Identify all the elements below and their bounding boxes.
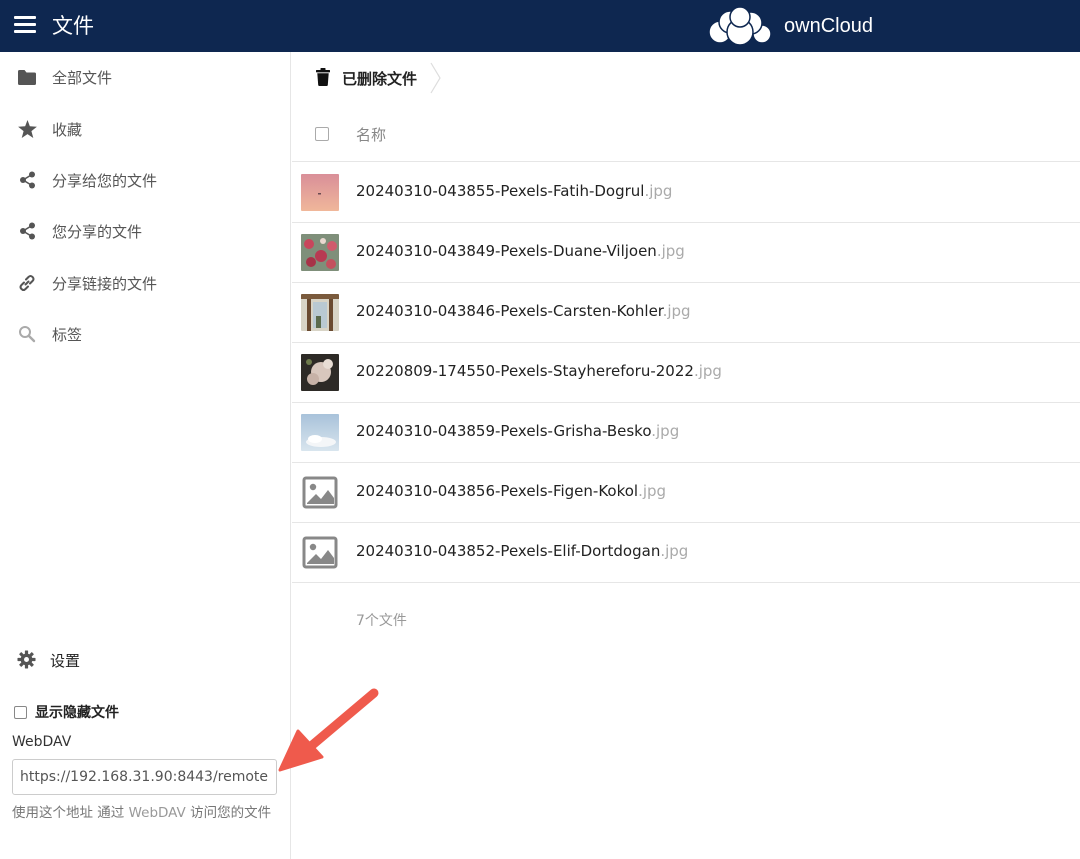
- file-extension: .jpg: [651, 422, 680, 440]
- breadcrumb-separator-icon: [430, 62, 442, 98]
- webdav-label: WebDAV: [12, 734, 72, 750]
- file-basename: 20240310-043852-Pexels-Elif-Dortdogan: [356, 542, 661, 560]
- column-header-name[interactable]: 名称: [356, 124, 386, 145]
- owncloud-logo[interactable]: ownCloud: [706, 6, 873, 46]
- file-thumbnail[interactable]: [301, 174, 339, 211]
- file-name[interactable]: 20240310-043852-Pexels-Elif-Dortdogan.jp…: [356, 542, 688, 560]
- file-row[interactable]: 20240310-043849-Pexels-Duane-Viljoen.jpg: [292, 223, 1080, 283]
- trash-icon[interactable]: [316, 68, 330, 90]
- file-thumbnail[interactable]: [301, 234, 339, 271]
- file-row[interactable]: 20240310-043856-Pexels-Figen-Kokol.jpg: [292, 463, 1080, 523]
- brand-name: ownCloud: [784, 14, 873, 37]
- file-extension: .jpg: [660, 542, 689, 560]
- file-thumbnail[interactable]: [301, 294, 339, 331]
- file-extension: .jpg: [644, 182, 673, 200]
- sidebar-item-tags[interactable]: 标签: [0, 310, 290, 358]
- file-name[interactable]: 20240310-043856-Pexels-Figen-Kokol.jpg: [356, 482, 666, 500]
- webdav-hint: 使用这个地址 通过 WebDAV 访问您的文件: [12, 801, 282, 825]
- sidebar-item-favorites[interactable]: 收藏: [0, 105, 290, 153]
- file-row[interactable]: 20240310-043859-Pexels-Grisha-Besko.jpg: [292, 403, 1080, 463]
- file-row[interactable]: 20240310-043852-Pexels-Elif-Dortdogan.jp…: [292, 523, 1080, 583]
- gear-icon: [16, 649, 36, 669]
- file-name[interactable]: 20240310-043849-Pexels-Duane-Viljoen.jpg: [356, 242, 685, 260]
- sidebar-item-label: 标签: [52, 325, 83, 344]
- annotation-arrow-icon: [278, 688, 379, 772]
- menu-icon[interactable]: [14, 16, 36, 36]
- show-hidden-checkbox[interactable]: [14, 705, 27, 719]
- file-extension: .jpg: [662, 302, 691, 320]
- file-basename: 20240310-043855-Pexels-Fatih-Dogrul: [356, 182, 645, 200]
- sidebar-item-label: 分享链接的文件: [52, 274, 158, 293]
- file-name[interactable]: 20240310-043846-Pexels-Carsten-Kohler.jp…: [356, 302, 691, 320]
- file-row[interactable]: 20240310-043855-Pexels-Fatih-Dogrul.jpg: [292, 163, 1080, 223]
- file-row[interactable]: 20240310-043846-Pexels-Carsten-Kohler.jp…: [292, 283, 1080, 343]
- file-basename: 20240310-043859-Pexels-Grisha-Besko: [356, 422, 652, 440]
- settings-label: 设置: [50, 652, 81, 670]
- breadcrumb: 已删除文件: [292, 52, 1080, 104]
- file-thumbnail[interactable]: [301, 414, 339, 451]
- link-icon: [17, 273, 37, 293]
- file-name[interactable]: 20240310-043859-Pexels-Grisha-Besko.jpg: [356, 422, 679, 440]
- file-extension: .jpg: [638, 482, 667, 500]
- webdav-url-input[interactable]: [12, 759, 277, 795]
- file-count-summary: 7个文件: [356, 613, 407, 629]
- image-placeholder-icon[interactable]: [301, 474, 339, 511]
- file-name[interactable]: 20220809-174550-Pexels-Stayhereforu-2022…: [356, 362, 722, 380]
- file-basename: 20240310-043846-Pexels-Carsten-Kohler: [356, 302, 663, 320]
- file-name[interactable]: 20240310-043855-Pexels-Fatih-Dogrul.jpg: [356, 182, 672, 200]
- sidebar-item-all-files[interactable]: 全部文件: [0, 53, 290, 101]
- settings-button[interactable]: 设置: [0, 637, 290, 681]
- table-header: 名称: [292, 107, 1080, 162]
- sidebar: 全部文件 收藏 分享给您的文件 您分享的文件 分享链接的文件 标签 设置 显示隐…: [0, 52, 291, 859]
- breadcrumb-deleted-files[interactable]: 已删除文件: [342, 68, 417, 89]
- app-title[interactable]: 文件: [52, 12, 94, 40]
- file-basename: 20220809-174550-Pexels-Stayhereforu-2022: [356, 362, 694, 380]
- sidebar-item-shared-by-you[interactable]: 您分享的文件: [0, 207, 290, 255]
- sidebar-item-label: 收藏: [52, 120, 83, 139]
- cloud-logo-icon: [708, 6, 772, 46]
- sidebar-item-label: 全部文件: [52, 68, 113, 87]
- file-thumbnail[interactable]: [301, 354, 339, 391]
- sidebar-item-label: 分享给您的文件: [52, 171, 158, 190]
- webdav-help-link[interactable]: WebDAV: [129, 805, 186, 821]
- folder-icon: [17, 67, 37, 87]
- select-all-checkbox[interactable]: [315, 127, 329, 141]
- show-hidden-label[interactable]: 显示隐藏文件: [35, 702, 119, 722]
- file-row[interactable]: 20220809-174550-Pexels-Stayhereforu-2022…: [292, 343, 1080, 403]
- webdav-hint-text: 使用这个地址 通过: [12, 805, 129, 821]
- sidebar-item-shared-with-you[interactable]: 分享给您的文件: [0, 156, 290, 204]
- file-extension: .jpg: [656, 242, 685, 260]
- top-header-bar: 文件 ownCloud: [0, 0, 1080, 52]
- share-icon: [17, 170, 37, 190]
- sidebar-item-shared-by-link[interactable]: 分享链接的文件: [0, 259, 290, 307]
- show-hidden-files: 显示隐藏文件: [14, 702, 119, 722]
- star-icon: [17, 119, 37, 139]
- sidebar-item-label: 您分享的文件: [52, 222, 143, 241]
- image-placeholder-icon[interactable]: [301, 534, 339, 571]
- search-icon: [17, 324, 37, 344]
- file-basename: 20240310-043849-Pexels-Duane-Viljoen: [356, 242, 657, 260]
- share-icon: [17, 221, 37, 241]
- file-extension: .jpg: [693, 362, 722, 380]
- file-basename: 20240310-043856-Pexels-Figen-Kokol: [356, 482, 639, 500]
- webdav-hint-text: 访问您的文件: [185, 805, 272, 821]
- file-list-area: 已删除文件 名称 20240310-043855-Pexels-Fatih-Do…: [292, 52, 1080, 859]
